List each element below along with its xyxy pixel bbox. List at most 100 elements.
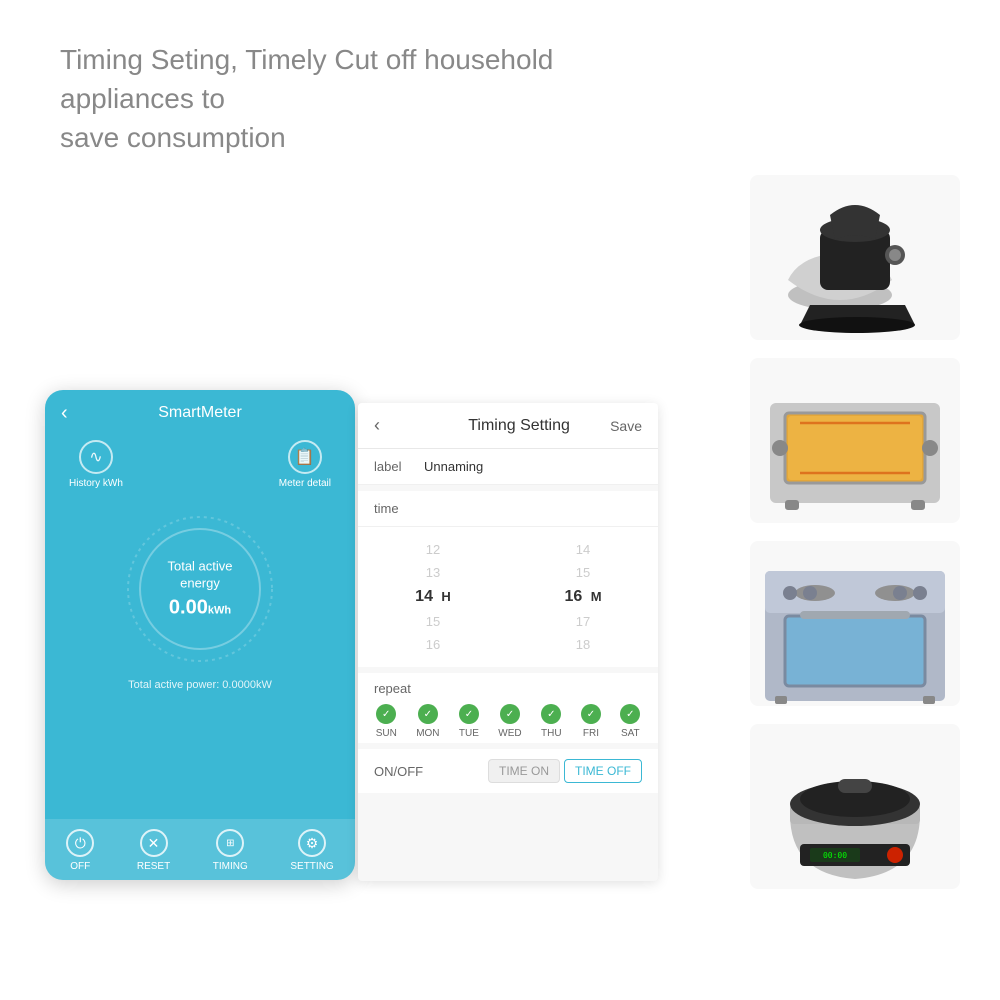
electric-stove-box [750,541,960,706]
hour-above-1: 12 [358,539,508,560]
history-kwh-item[interactable]: ∿ History kWh [69,440,123,489]
min-above-2: 15 [508,562,658,583]
timing-save-button[interactable]: Save [610,418,642,434]
phone-icons-row: ∿ History kWh 📋 Meter detail [45,436,355,501]
day-mon-check: ✓ [418,704,438,724]
repeat-label: repeat [358,673,658,700]
time-field-label: time [374,501,424,516]
svg-text:00:00: 00:00 [823,851,847,860]
day-tue[interactable]: ✓ TUE [459,704,479,739]
time-picker: 12 13 14 H 15 16 14 15 16 M 17 18 [358,527,658,667]
setting-label: SETTING [290,861,333,872]
header-line1: Timing Seting, Timely Cut off household … [60,40,680,118]
time-on-button[interactable]: TIME ON [488,759,560,783]
onoff-label: ON/OFF [374,764,488,779]
label-section: label Unnaming [358,449,658,485]
hour-below-1: 15 [358,611,508,632]
day-sat-check: ✓ [620,704,640,724]
phone-header: ‹ SmartMeter [45,390,355,436]
stand-mixer-svg [750,175,960,340]
hour-unit: H [441,589,450,604]
gauge-label: Total activeenergy [167,559,232,593]
footer-reset[interactable]: ✕ RESET [137,829,170,872]
day-sun-check: ✓ [376,704,396,724]
reset-icon: ✕ [140,829,168,857]
day-thu-label: THU [541,728,562,739]
hour-selected: 14 H [358,585,508,609]
day-wed[interactable]: ✓ WED [498,704,521,739]
toaster-oven-svg [750,358,960,523]
footer-setting[interactable]: ⚙ SETTING [290,829,333,872]
time-section: time 12 13 14 H 15 16 14 15 16 M [358,491,658,667]
repeat-section: repeat ✓ SUN ✓ MON ✓ TUE ✓ WED ✓ THU [358,673,658,743]
gauge-area: Total activeenergy 0.00kWh Total active … [45,509,355,699]
min-above-1: 14 [508,539,658,560]
label-value: Unnaming [424,459,483,474]
day-fri[interactable]: ✓ FRI [581,704,601,739]
day-sat-label: SAT [621,728,640,739]
gauge-inner: Total activeenergy 0.00kWh [167,559,232,620]
history-kwh-label: History kWh [69,478,123,489]
phone-title: SmartMeter [158,404,242,422]
day-tue-check: ✓ [459,704,479,724]
gauge-unit: kWh [208,604,231,616]
min-below-2: 18 [508,634,658,655]
rice-cooker-svg: 00:00 [750,724,960,889]
day-sun-label: SUN [376,728,397,739]
timing-header: ‹ Timing Setting Save [358,403,658,449]
days-row: ✓ SUN ✓ MON ✓ TUE ✓ WED ✓ THU ✓ FRI [358,700,658,743]
min-selected: 16 M [508,585,658,609]
day-fri-check: ✓ [581,704,601,724]
time-picker-grid: 12 13 14 H 15 16 14 15 16 M 17 18 [358,535,658,659]
gauge-ring: Total activeenergy 0.00kWh [120,509,280,669]
day-fri-label: FRI [583,728,599,739]
header-text: Timing Seting, Timely Cut off household … [60,40,680,158]
day-wed-label: WED [498,728,521,739]
rice-cooker-box: 00:00 [750,724,960,889]
day-sat[interactable]: ✓ SAT [620,704,640,739]
day-tue-label: TUE [459,728,479,739]
off-label: OFF [70,861,90,872]
timing-icon: ⊞ [216,829,244,857]
day-sun[interactable]: ✓ SUN [376,704,397,739]
day-thu[interactable]: ✓ THU [541,704,562,739]
day-mon[interactable]: ✓ MON [416,704,439,739]
min-below-1: 17 [508,611,658,632]
timing-panel: ‹ Timing Setting Save label Unnaming tim… [358,403,658,881]
header-line2: save consumption [60,118,680,157]
day-wed-check: ✓ [500,704,520,724]
meter-detail-label: Meter detail [279,478,331,489]
time-off-button[interactable]: TIME OFF [564,759,642,783]
total-power-text: Total active power: 0.0000kW [128,679,272,691]
history-kwh-icon: ∿ [79,440,113,474]
day-mon-label: MON [416,728,439,739]
setting-icon: ⚙ [298,829,326,857]
hour-above-2: 13 [358,562,508,583]
label-row: label Unnaming [358,449,658,485]
label-field-label: label [374,459,424,474]
hour-below-2: 16 [358,634,508,655]
meter-detail-item[interactable]: 📋 Meter detail [279,440,331,489]
reset-label: RESET [137,861,170,872]
timing-back-button[interactable]: ‹ [374,415,380,436]
timing-label: TIMING [213,861,248,872]
appliances-column: 00:00 [750,175,960,889]
electric-stove-svg [750,541,960,706]
meter-detail-icon: 📋 [288,440,322,474]
day-thu-check: ✓ [541,704,561,724]
phone-mockup: ‹ SmartMeter ∿ History kWh 📋 Meter detai… [45,390,355,880]
mins-col: 14 15 16 M 17 18 [508,535,658,659]
footer-timing[interactable]: ⊞ TIMING [213,829,248,872]
stand-mixer-box [750,175,960,340]
hours-col: 12 13 14 H 15 16 [358,535,508,659]
phone-back-arrow[interactable]: ‹ [61,402,68,425]
time-row-label: time [358,491,658,527]
off-icon: ⏻ [66,829,94,857]
toaster-oven-box [750,358,960,523]
min-unit: M [591,589,602,604]
footer-off[interactable]: ⏻ OFF [66,829,94,872]
onoff-buttons: TIME ON TIME OFF [488,759,642,783]
gauge-value: 0.00kWh [167,596,232,619]
onoff-section: ON/OFF TIME ON TIME OFF [358,749,658,793]
phone-footer: ⏻ OFF ✕ RESET ⊞ TIMING ⚙ SETTING [45,819,355,880]
